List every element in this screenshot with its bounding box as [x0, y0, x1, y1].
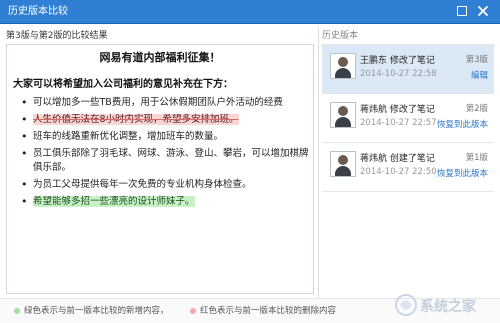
- avatar-body: [335, 68, 351, 78]
- history-separator: [322, 191, 494, 192]
- list-item-text: 为员工父母提供每年一次免费的专业机构身体检查。: [33, 179, 252, 190]
- window-title: 历史版本比较: [8, 6, 68, 17]
- user-avatar: [330, 102, 356, 128]
- restore-link[interactable]: 恢复到此版本: [437, 167, 488, 179]
- legend-deleted: 红色表示与前一版本比较的删除内容: [190, 305, 336, 317]
- legend-deleted-text: 红色表示与前一版本比较的删除内容: [200, 306, 337, 316]
- compare-document: 网易有道内部福利征集！ 大家可以将希望加入公司福利的意见补充在下方： 可以增加多…: [6, 44, 314, 294]
- avatar-body: [335, 166, 351, 176]
- green-dot-icon: [14, 307, 20, 314]
- history-version: 第1版: [465, 153, 488, 163]
- avatar-body: [335, 117, 351, 127]
- list-item-text: 人生价值无法在8小时内实现，希望多安排加班。: [33, 114, 239, 125]
- list-item: 员工俱乐部除了羽毛球、网球、游泳、登山、攀岩，可以增加棋牌俱乐部。: [19, 147, 313, 175]
- avatar-head: [338, 106, 348, 116]
- panel-divider: [318, 28, 319, 300]
- maximize-button[interactable]: [455, 4, 469, 18]
- user-avatar: [330, 53, 356, 79]
- history-time: 2014-10-27 22:58: [360, 69, 437, 79]
- avatar-head: [338, 57, 348, 67]
- list-item-deleted: 人生价值无法在8小时内实现，希望多安排加班。: [19, 113, 313, 127]
- title-bar: 历史版本比较: [0, 0, 500, 24]
- document-title: 网易有道内部福利征集！: [99, 51, 221, 64]
- list-item-text: 班车的线路重新优化调整，增加班车的数量。: [33, 131, 224, 142]
- history-version: 第2版: [465, 104, 488, 114]
- history-version: 第3版: [465, 55, 488, 65]
- user-avatar: [330, 151, 356, 177]
- compare-header: 第3版与第2版的比较结果: [6, 31, 108, 41]
- legend-added: 绿色表示与前一版本比较的新增内容，: [14, 305, 169, 317]
- list-item: 为员工父母提供每年一次免费的专业机构身体检查。: [19, 178, 313, 192]
- history-entry-v3[interactable]: 王鹏东 修改了笔记 2014-10-27 22:58 第3版 编辑: [322, 45, 494, 93]
- red-dot-icon: [190, 307, 196, 314]
- edit-link[interactable]: 编辑: [471, 69, 488, 81]
- history-action: 蒋炜航 创建了笔记: [360, 154, 435, 164]
- list-item-text: 可以增加多一些TB费用，用于公休假期团队户外活动的经费: [33, 97, 283, 108]
- list-item: 可以增加多一些TB费用，用于公休假期团队户外活动的经费: [19, 96, 313, 110]
- maximize-icon: [457, 6, 467, 16]
- history-entry-v2[interactable]: 蒋炜航 修改了笔记 2014-10-27 22:57 第2版 恢复到此版本: [322, 94, 494, 142]
- list-item-added: 希望能够多招一些漂亮的设计师妹子。: [19, 195, 313, 209]
- history-entry-v1[interactable]: 蒋炜航 创建了笔记 2014-10-27 22:50 第1版 恢复到此版本: [322, 143, 494, 191]
- legend-added-text: 绿色表示与前一版本比较的新增内容，: [24, 306, 169, 316]
- list-item: 班车的线路重新优化调整，增加班车的数量。: [19, 130, 313, 144]
- close-icon: [478, 6, 488, 16]
- document-heading: 大家可以将希望加入公司福利的意见补充在下方：: [13, 79, 233, 90]
- history-action: 蒋炜航 修改了笔记: [360, 105, 435, 115]
- avatar-head: [338, 155, 348, 165]
- close-button[interactable]: [476, 4, 490, 18]
- restore-link[interactable]: 恢复到此版本: [437, 118, 488, 130]
- history-time: 2014-10-27 22:57: [360, 118, 437, 128]
- history-time: 2014-10-27 22:50: [360, 167, 437, 177]
- list-item-text: 员工俱乐部除了羽毛球、网球、游泳、登山、攀岩，可以增加棋牌俱乐部。: [33, 148, 309, 173]
- legend-bar: 绿色表示与前一版本比较的新增内容， 红色表示与前一版本比较的删除内容: [0, 298, 500, 323]
- history-header: 历史版本: [322, 28, 494, 45]
- history-action: 王鹏东 修改了笔记: [360, 56, 435, 66]
- document-list: 可以增加多一些TB费用，用于公休假期团队户外活动的经费 人生价值无法在8小时内实…: [19, 96, 313, 212]
- list-item-text: 希望能够多招一些漂亮的设计师妹子。: [33, 196, 195, 207]
